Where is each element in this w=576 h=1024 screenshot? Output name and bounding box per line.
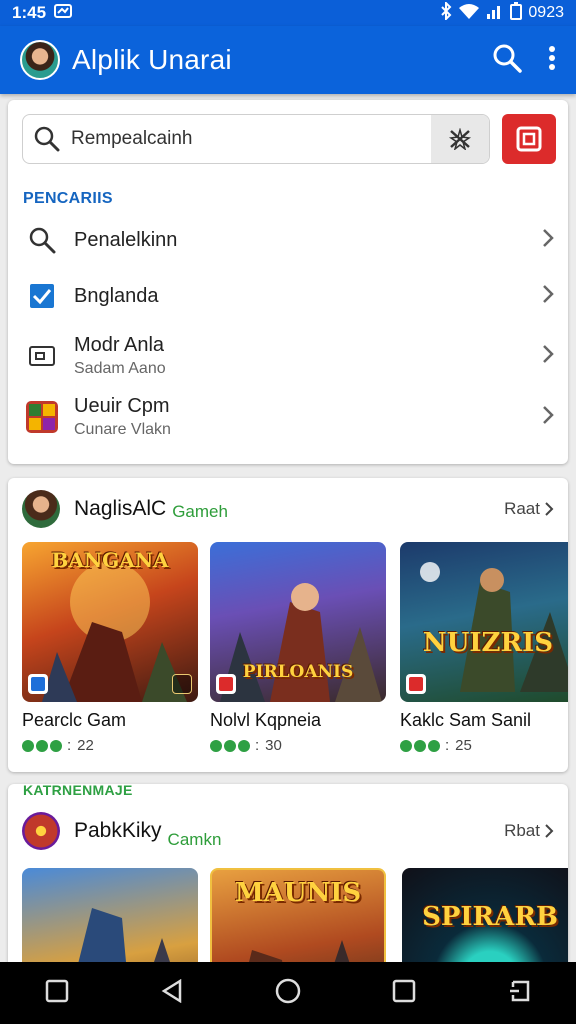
search-icon: [23, 126, 71, 152]
game-thumbnail-icon: [24, 399, 60, 435]
battery-level: 0923: [528, 4, 564, 21]
section-tag: Camkn: [167, 830, 222, 849]
section-title: NaglisAlC: [74, 497, 167, 520]
app-bar: Alplik Unarai: [0, 26, 576, 94]
profile-avatar[interactable]: [20, 40, 60, 80]
system-nav-bar: [0, 962, 576, 1024]
section-title: PENCARIIS: [23, 190, 113, 207]
game-logo: PIRLOANIS: [242, 662, 354, 682]
search-icon[interactable]: [492, 43, 522, 78]
search-card: PENCARIIS Penalelkinn Bnglanda Modr Anla…: [8, 100, 568, 464]
games-section: KATRNENMAJE PabkKiky Camkn Rbat MAUNIS S…: [8, 782, 568, 988]
game-name: Pearclc Gam: [22, 710, 127, 730]
chevron-right-icon: [545, 502, 554, 516]
section-tag: Gameh: [172, 502, 228, 521]
notification-icon: [54, 3, 73, 23]
app-badge-icon: [216, 674, 236, 694]
chevron-right-icon: [545, 824, 554, 838]
game-artwork: NUIZRIS: [400, 542, 568, 702]
games-section: NaglisAlC Gameh Raat BANGANA Pearclc Gam…: [8, 478, 568, 772]
chevron-right-icon: [542, 284, 554, 309]
clear-search-button[interactable]: [431, 115, 489, 163]
list-item[interactable]: Ueuir Cpm Cunare Vlakn: [8, 393, 568, 441]
rating-value: 22: [77, 737, 94, 754]
scan-icon: [516, 126, 542, 152]
back-icon[interactable]: [160, 978, 184, 1008]
game-tile[interactable]: BANGANA Pearclc Gam : 22: [22, 542, 198, 754]
home-icon[interactable]: [274, 977, 302, 1010]
game-rating: : 22: [22, 737, 198, 754]
chevron-right-icon: [542, 344, 554, 369]
game-artwork: PIRLOANIS: [210, 542, 386, 702]
signal-icon: [486, 3, 504, 24]
search-input[interactable]: [71, 115, 431, 163]
chevron-right-icon: [542, 228, 554, 253]
scan-button[interactable]: [502, 114, 556, 164]
see-more-button[interactable]: Raat: [504, 499, 554, 519]
overview-icon[interactable]: [392, 979, 416, 1008]
list-item[interactable]: Bnglanda: [8, 278, 568, 314]
list-item-sublabel: Sadam Aano: [74, 360, 166, 377]
category-label: KATRNENMAJE: [23, 782, 133, 798]
wifi-icon: [458, 3, 480, 24]
game-logo: BANGANA: [51, 548, 169, 572]
see-more-label: Rbat: [504, 821, 540, 840]
list-item-label: Modr Anla: [74, 334, 165, 356]
game-tile[interactable]: PIRLOANIS Nolvl Kqpneia : 30: [210, 542, 386, 754]
game-logo: NUIZRIS: [422, 628, 554, 658]
platform-badge-icon: [172, 674, 192, 694]
app-badge-icon: [406, 674, 426, 694]
list-item[interactable]: Penalelkinn: [8, 222, 568, 258]
app-badge-icon: [28, 674, 48, 694]
search-icon: [24, 222, 60, 258]
status-bar: 1:45 0923: [0, 0, 576, 26]
status-time: 1:45: [12, 3, 47, 22]
section-avatar: [22, 812, 60, 850]
game-name: Kaklc Sam Sanil: [400, 710, 532, 730]
search-box: [22, 114, 490, 164]
list-item-sublabel: Cunare Vlakn: [74, 421, 171, 438]
game-logo: SPIRARB: [422, 902, 558, 932]
list-item-label: Penalelkinn: [74, 228, 178, 251]
section-title: PabkKiky: [74, 819, 162, 842]
recents-icon[interactable]: [45, 979, 69, 1008]
game-artwork: BANGANA: [22, 542, 198, 702]
section-avatar: [22, 490, 60, 528]
battery-icon: [510, 1, 523, 25]
bluetooth-icon: [440, 0, 452, 25]
rating-value: 30: [265, 737, 282, 754]
checkbox-icon[interactable]: [24, 278, 60, 314]
game-name: Nolvl Kqpneia: [210, 710, 322, 730]
see-more-label: Raat: [504, 499, 540, 518]
rating-value: 25: [455, 737, 472, 754]
see-more-button[interactable]: Rbat: [504, 821, 554, 841]
image-icon: [24, 338, 60, 374]
list-item[interactable]: Modr Anla Sadam Aano: [8, 332, 568, 380]
game-tile[interactable]: NUIZRIS Kaklc Sam Sanil : 25: [400, 542, 568, 754]
game-rating: : 30: [210, 737, 386, 754]
game-logo: MAUNIS: [234, 878, 362, 908]
app-title: Alplik Unarai: [72, 44, 232, 75]
chevron-right-icon: [542, 405, 554, 430]
switch-app-icon[interactable]: [507, 979, 531, 1008]
more-vert-icon[interactable]: [548, 45, 556, 76]
game-rating: : 25: [400, 737, 568, 754]
list-item-label: Bnglanda: [74, 284, 159, 307]
list-item-label: Ueuir Cpm: [74, 395, 170, 417]
